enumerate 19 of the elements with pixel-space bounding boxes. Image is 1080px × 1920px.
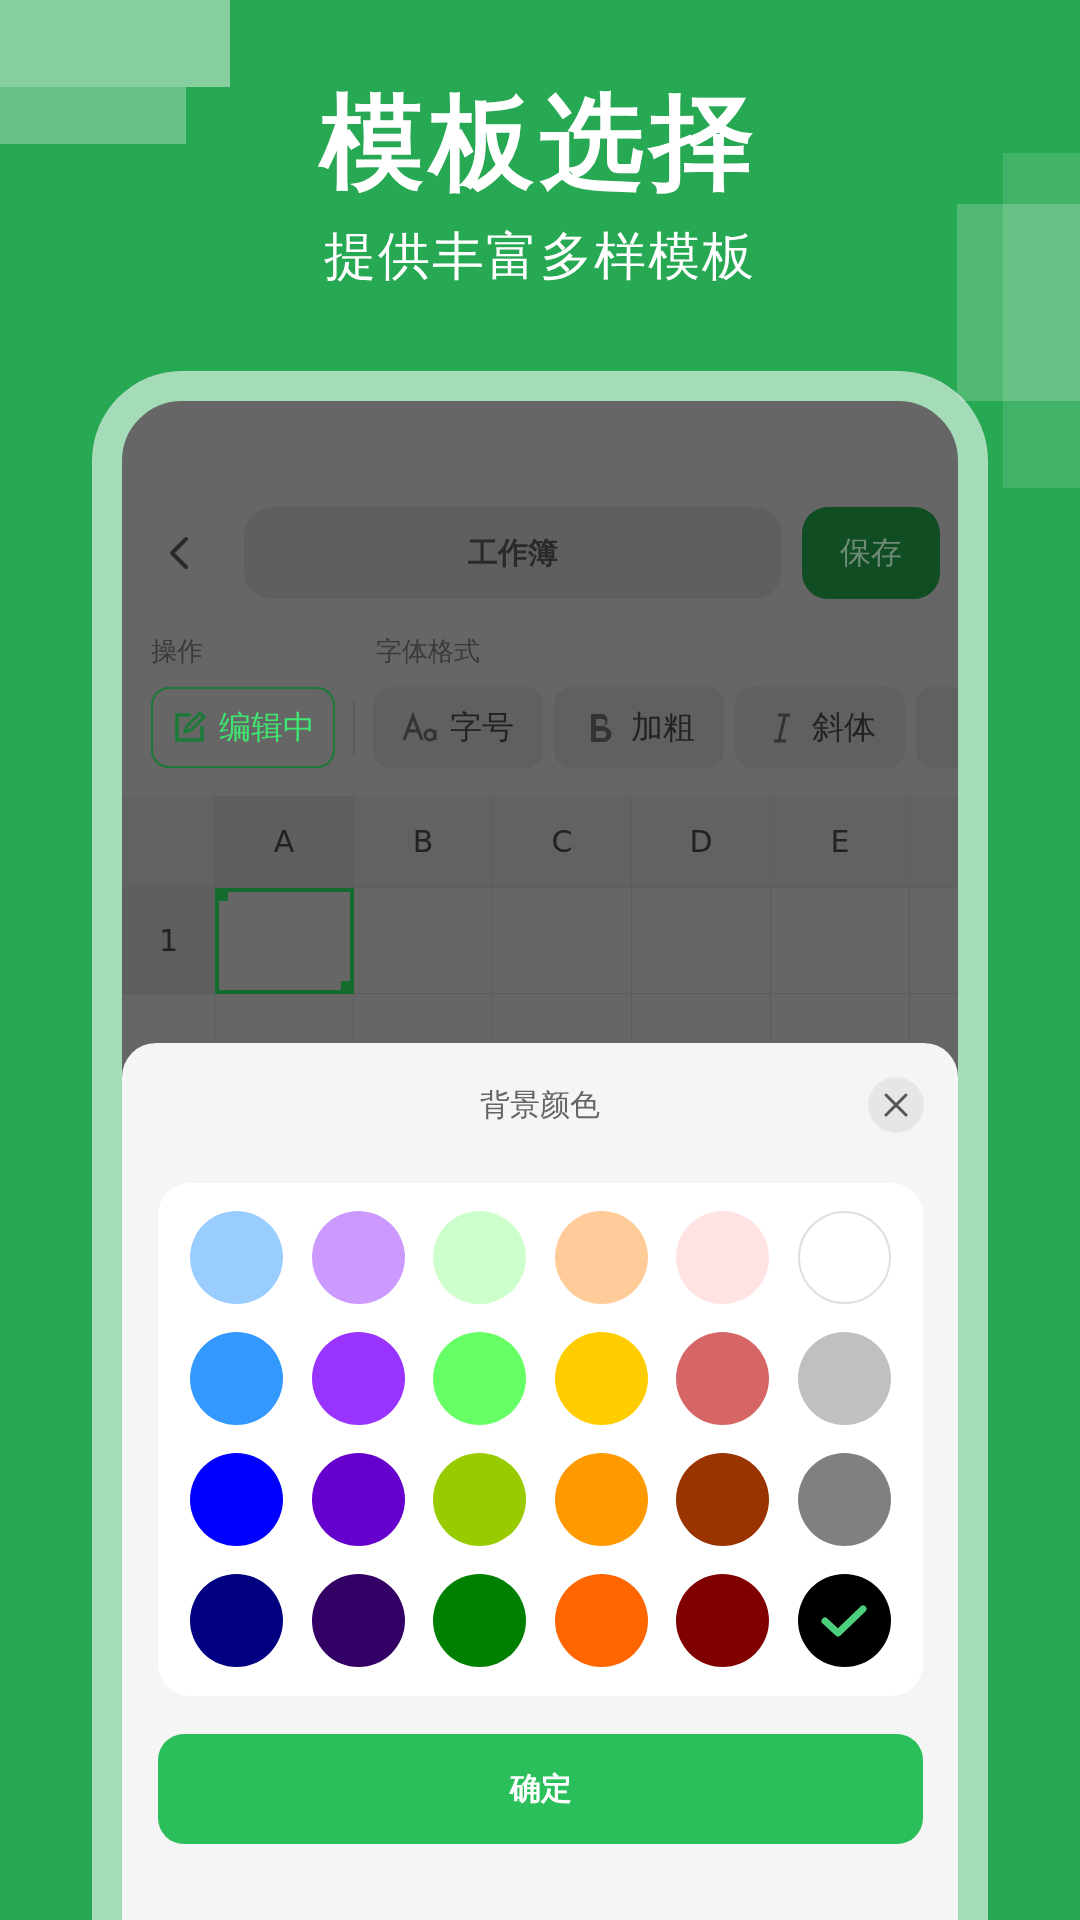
toolbar-button[interactable]: 斜体 [735, 687, 905, 768]
column-header[interactable]: D [632, 796, 771, 888]
check-icon [820, 1602, 869, 1639]
close-button[interactable] [868, 1077, 924, 1133]
confirm-button[interactable]: 确定 [158, 1734, 923, 1844]
column-header[interactable]: B [354, 796, 493, 888]
column-header[interactable]: E [771, 796, 910, 888]
page-title: 模板选择 [320, 80, 760, 205]
selected-cell[interactable] [215, 888, 354, 994]
toolbar-button[interactable]: 字号 [373, 687, 543, 768]
column-header[interactable]: A [215, 796, 354, 888]
close-icon [883, 1092, 909, 1118]
sheet-title: 背景颜色 [480, 1086, 600, 1124]
save-button[interactable]: 保存 [802, 507, 940, 599]
toolbar-button[interactable]: 编辑中 [151, 687, 335, 768]
toolbar-button[interactable]: 加粗 [554, 687, 724, 768]
column-header[interactable]: C [493, 796, 632, 888]
page-subtitle: 提供丰富多样模板 [324, 225, 756, 287]
row-header[interactable]: 1 [122, 888, 215, 994]
